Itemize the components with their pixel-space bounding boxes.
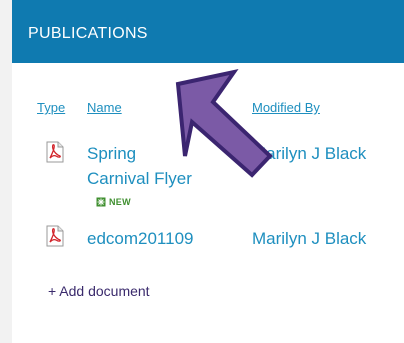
document-name-link[interactable]: edcom201109 [87,226,194,251]
publications-panel: PUBLICATIONS Type Name Modified By Sprin… [12,0,404,343]
add-document-link[interactable]: + Add document [48,282,150,300]
panel-title: PUBLICATIONS [28,25,148,42]
document-modified-by[interactable]: Marilyn J Black [252,226,366,251]
document-name-link[interactable]: Spring Carnival Flyer [87,141,192,191]
pdf-icon[interactable] [46,141,64,163]
new-sparkle-icon [96,197,106,207]
document-modified-by[interactable]: Marilyn J Black [252,141,366,166]
new-badge: NEW [96,196,131,208]
document-name-line: Carnival Flyer [87,169,192,188]
new-badge-label: NEW [109,197,131,207]
document-name-line: Spring [87,144,137,163]
column-header-type[interactable]: Type [37,100,65,116]
pdf-icon[interactable] [46,225,64,247]
panel-header: PUBLICATIONS [12,0,404,63]
column-header-name[interactable]: Name [87,100,122,116]
column-header-modified-by[interactable]: Modified By [252,100,320,116]
